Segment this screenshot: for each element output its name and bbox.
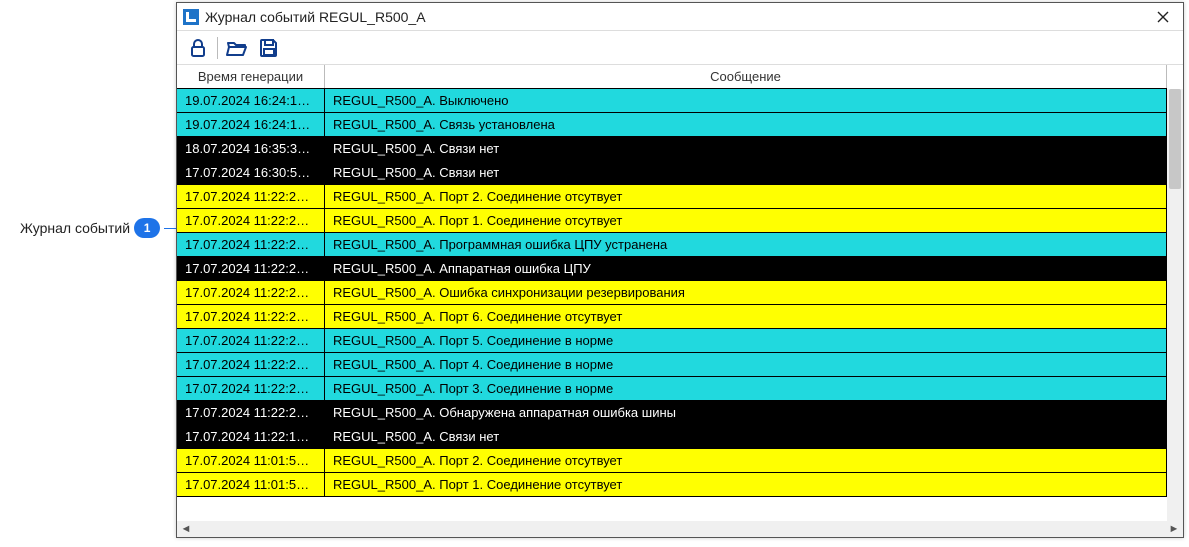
cell-message: REGUL_R500_A. Порт 3. Соединение в норме xyxy=(325,377,1167,400)
cell-message: REGUL_R500_A. Порт 4. Соединение в норме xyxy=(325,353,1167,376)
event-journal-window: Журнал событий REGUL_R500_A xyxy=(176,2,1184,538)
cell-time: 17.07.2024 11:22:27.841 xyxy=(177,377,325,400)
vertical-scrollbar[interactable] xyxy=(1167,89,1183,521)
save-icon xyxy=(259,38,279,58)
toolbar-divider xyxy=(217,37,218,59)
table-row[interactable]: 17.07.2024 16:30:59.402REGUL_R500_A. Свя… xyxy=(177,161,1167,185)
cell-time: 19.07.2024 16:24:17.456 xyxy=(177,89,325,112)
cell-message: REGUL_R500_A. Программная ошибка ЦПУ уст… xyxy=(325,233,1167,256)
cell-message: REGUL_R500_A. Порт 2. Соединение отсутву… xyxy=(325,185,1167,208)
lock-button[interactable] xyxy=(185,35,211,61)
cell-time: 17.07.2024 11:22:27.841 xyxy=(177,281,325,304)
annotation: Журнал событий 1 xyxy=(20,218,186,238)
grid-body: 19.07.2024 16:24:17.456REGUL_R500_A. Вык… xyxy=(177,89,1183,521)
table-row[interactable]: 17.07.2024 11:22:27.841REGUL_R500_A. Апп… xyxy=(177,257,1167,281)
hscroll-left-arrow[interactable]: ◄ xyxy=(179,523,193,535)
cell-time: 17.07.2024 11:22:15.515 xyxy=(177,425,325,448)
close-icon xyxy=(1157,11,1169,23)
event-grid: Время генерации Сообщение 19.07.2024 16:… xyxy=(177,65,1183,537)
table-row[interactable]: 17.07.2024 11:22:27.841REGUL_R500_A. Пор… xyxy=(177,329,1167,353)
table-row[interactable]: 17.07.2024 11:01:51.218REGUL_R500_A. Пор… xyxy=(177,449,1167,473)
cell-message: REGUL_R500_A. Порт 1. Соединение отсутву… xyxy=(325,473,1167,496)
cell-time: 17.07.2024 11:01:51.218 xyxy=(177,473,325,496)
hscroll-right-arrow[interactable]: ► xyxy=(1167,523,1181,535)
col-header-message[interactable]: Сообщение xyxy=(325,65,1167,88)
cell-message: REGUL_R500_A. Связи нет xyxy=(325,137,1167,160)
cell-time: 17.07.2024 11:22:27.841 xyxy=(177,305,325,328)
cell-time: 17.07.2024 11:22:27.841 xyxy=(177,329,325,352)
annotation-label: Журнал событий xyxy=(20,220,130,236)
cell-message: REGUL_R500_A. Связи нет xyxy=(325,425,1167,448)
cell-message: REGUL_R500_A. Выключено xyxy=(325,89,1167,112)
folder-icon xyxy=(226,38,248,58)
table-row[interactable]: 17.07.2024 11:22:27.841REGUL_R500_A. Пор… xyxy=(177,185,1167,209)
col-header-time[interactable]: Время генерации xyxy=(177,65,325,88)
cell-time: 18.07.2024 16:35:39.962 xyxy=(177,137,325,160)
table-row[interactable]: 17.07.2024 11:22:27.841REGUL_R500_A. Про… xyxy=(177,233,1167,257)
grid-rows[interactable]: 19.07.2024 16:24:17.456REGUL_R500_A. Вык… xyxy=(177,89,1167,521)
cell-time: 17.07.2024 11:01:51.218 xyxy=(177,449,325,472)
save-button[interactable] xyxy=(256,35,282,61)
table-row[interactable]: 18.07.2024 16:35:39.962REGUL_R500_A. Свя… xyxy=(177,137,1167,161)
cell-time: 17.07.2024 16:30:59.402 xyxy=(177,161,325,184)
cell-message: REGUL_R500_A. Обнаружена аппаратная ошиб… xyxy=(325,401,1167,424)
cell-message: REGUL_R500_A. Связь установлена xyxy=(325,113,1167,136)
cell-message: REGUL_R500_A. Ошибка синхронизации резер… xyxy=(325,281,1167,304)
table-row[interactable]: 17.07.2024 11:22:27.841REGUL_R500_A. Пор… xyxy=(177,305,1167,329)
cell-message: REGUL_R500_A. Порт 6. Соединение отсутву… xyxy=(325,305,1167,328)
horizontal-scrollbar[interactable]: ◄ ► xyxy=(177,521,1183,537)
lock-icon xyxy=(188,38,208,58)
vertical-scroll-thumb[interactable] xyxy=(1169,89,1181,189)
window-title: Журнал событий REGUL_R500_A xyxy=(205,9,1149,25)
cell-message: REGUL_R500_A. Порт 1. Соединение отсутву… xyxy=(325,209,1167,232)
open-button[interactable] xyxy=(224,35,250,61)
cell-message: REGUL_R500_A. Связи нет xyxy=(325,161,1167,184)
table-row[interactable]: 19.07.2024 16:24:17.456REGUL_R500_A. Свя… xyxy=(177,113,1167,137)
cell-time: 19.07.2024 16:24:17.456 xyxy=(177,113,325,136)
table-row[interactable]: 19.07.2024 16:24:17.456REGUL_R500_A. Вык… xyxy=(177,89,1167,113)
table-row[interactable]: 17.07.2024 11:22:27.841REGUL_R500_A. Пор… xyxy=(177,353,1167,377)
cell-time: 17.07.2024 11:22:27.841 xyxy=(177,209,325,232)
table-row[interactable]: 17.07.2024 11:01:51.218REGUL_R500_A. Пор… xyxy=(177,473,1167,497)
close-button[interactable] xyxy=(1149,6,1177,28)
cell-time: 17.07.2024 11:22:27.841 xyxy=(177,353,325,376)
annotation-badge: 1 xyxy=(134,218,160,238)
toolbar xyxy=(177,31,1183,65)
cell-message: REGUL_R500_A. Аппаратная ошибка ЦПУ xyxy=(325,257,1167,280)
cell-time: 17.07.2024 11:22:27.841 xyxy=(177,257,325,280)
cell-message: REGUL_R500_A. Порт 5. Соединение в норме xyxy=(325,329,1167,352)
grid-header-row: Время генерации Сообщение xyxy=(177,65,1183,89)
table-row[interactable]: 17.07.2024 11:22:27.841REGUL_R500_A. Пор… xyxy=(177,209,1167,233)
titlebar: Журнал событий REGUL_R500_A xyxy=(177,3,1183,31)
app-icon xyxy=(183,9,199,25)
table-row[interactable]: 17.07.2024 11:22:27.841REGUL_R500_A. Обн… xyxy=(177,401,1167,425)
table-row[interactable]: 17.07.2024 11:22:27.841REGUL_R500_A. Пор… xyxy=(177,377,1167,401)
table-row[interactable]: 17.07.2024 11:22:27.841REGUL_R500_A. Оши… xyxy=(177,281,1167,305)
cell-time: 17.07.2024 11:22:27.841 xyxy=(177,233,325,256)
cell-time: 17.07.2024 11:22:27.841 xyxy=(177,401,325,424)
table-row[interactable]: 17.07.2024 11:22:15.515REGUL_R500_A. Свя… xyxy=(177,425,1167,449)
cell-time: 17.07.2024 11:22:27.841 xyxy=(177,185,325,208)
cell-message: REGUL_R500_A. Порт 2. Соединение отсутву… xyxy=(325,449,1167,472)
